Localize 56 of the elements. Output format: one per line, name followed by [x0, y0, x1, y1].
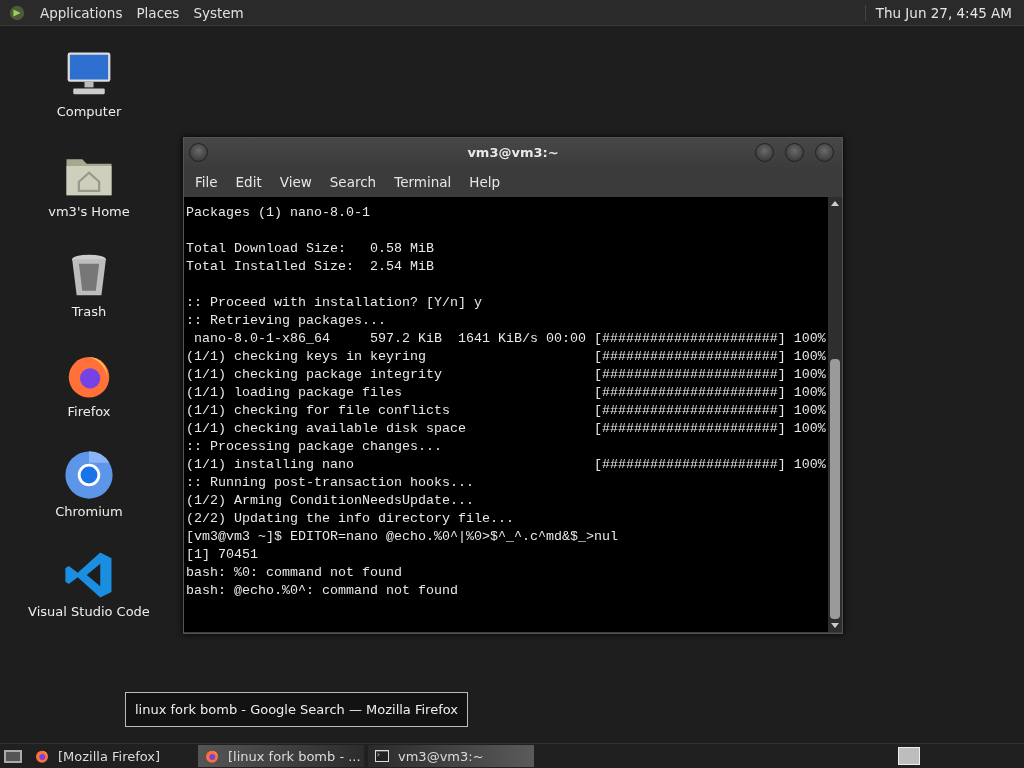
menu-item[interactable]: Help	[460, 174, 510, 190]
taskbar-button[interactable]: [linux fork bomb - ...	[198, 745, 364, 767]
terminal-line: (2/2) Updating the info directory file...	[186, 510, 515, 528]
chromium-icon[interactable]	[62, 448, 116, 502]
terminal-line: Total Installed Size: 2.54 MiB	[186, 258, 435, 276]
icon-label[interactable]: Trash	[71, 304, 107, 319]
terminal-line: (1/1) checking package integrity [######################] 100%	[186, 366, 827, 384]
app-menu-icon[interactable]	[8, 3, 26, 22]
terminal-line: (1/1) checking available disk space [######################] 100%	[186, 420, 827, 438]
window-title: vm3@vm3:~	[467, 145, 559, 160]
taskbar-button[interactable]: [Mozilla Firefox]	[28, 745, 194, 767]
workspace-switcher[interactable]	[898, 747, 920, 765]
terminal-line: (1/2) Arming ConditionNeedsUpdate...	[186, 492, 475, 510]
maximize-button[interactable]	[785, 143, 804, 162]
menu-item[interactable]: Search	[320, 174, 386, 190]
terminal-line: [1] 70451	[186, 546, 259, 564]
terminal-line: :: Retrieving packages...	[186, 312, 387, 330]
menu-item[interactable]: Terminal	[385, 174, 461, 190]
terminal-line: :: Running post-transaction hooks...	[186, 474, 475, 492]
close-button[interactable]	[815, 143, 834, 162]
terminal-line: [vm3@vm3 ~]$ EDITOR=nano @echo.%0^|%0>$^_^.c^md&$_>nul	[186, 528, 619, 546]
terminal-line: Total Download Size: 0.58 MiB	[186, 240, 435, 258]
panel-menu[interactable]: Applications	[40, 4, 123, 21]
terminal-line: nano-8.0-1-x86_64 597.2 KiB 1641 KiB/s 00:00 [######################] 100%	[193, 330, 827, 348]
icon-label[interactable]: Visual Studio Code	[28, 604, 150, 619]
scrollbar[interactable]	[828, 197, 842, 632]
clock[interactable]: Thu Jun 27, 4:45 AM	[864, 4, 1016, 21]
firefox-icon	[34, 748, 50, 764]
firefox-icon	[204, 748, 220, 764]
menu-item[interactable]: View	[270, 174, 321, 190]
icon-label[interactable]: Firefox	[67, 404, 111, 419]
minimize-button[interactable]	[755, 143, 774, 162]
scroll-thumb[interactable]	[830, 359, 840, 619]
icon-label[interactable]: Chromium	[55, 504, 123, 519]
scroll-up-arrow[interactable]	[831, 201, 839, 206]
terminal-line: :: Processing package changes...	[186, 438, 443, 456]
show-desktop-icon[interactable]	[2, 747, 24, 765]
scroll-down-arrow[interactable]	[831, 623, 839, 628]
terminal-line: (1/1) checking keys in keyring [######################] 100%	[186, 348, 827, 366]
terminal-line: :: Proceed with installation? [Y/n] y	[186, 294, 483, 312]
menu-item[interactable]: File	[186, 174, 227, 190]
terminal-icon	[374, 748, 390, 764]
icon-label[interactable]: Computer	[56, 104, 122, 119]
tooltip: linux fork bomb - Google Search — Mozilla Firefox	[125, 692, 468, 727]
terminal-line: (1/1) checking for file conflicts [######################] 100%	[186, 402, 827, 420]
terminal-line: (1/1) loading package files [######################] 100%	[186, 384, 827, 402]
terminal-line: bash: @echo.%0^: command not found	[186, 582, 459, 600]
terminal-line: (1/1) installing nano [######################] 100%	[186, 456, 827, 474]
panel-menu[interactable]: System	[193, 4, 244, 21]
icon-label[interactable]: vm3's Home	[48, 204, 130, 219]
terminal-line: bash: %0: command not found	[186, 564, 403, 582]
window-menu-button[interactable]	[189, 143, 208, 162]
panel-menu[interactable]: Places	[136, 4, 180, 21]
terminal-line: Packages (1) nano-8.0-1	[186, 204, 371, 222]
taskbar-button[interactable]: vm3@vm3:~	[368, 745, 534, 767]
menu-item[interactable]: Edit	[226, 174, 271, 190]
